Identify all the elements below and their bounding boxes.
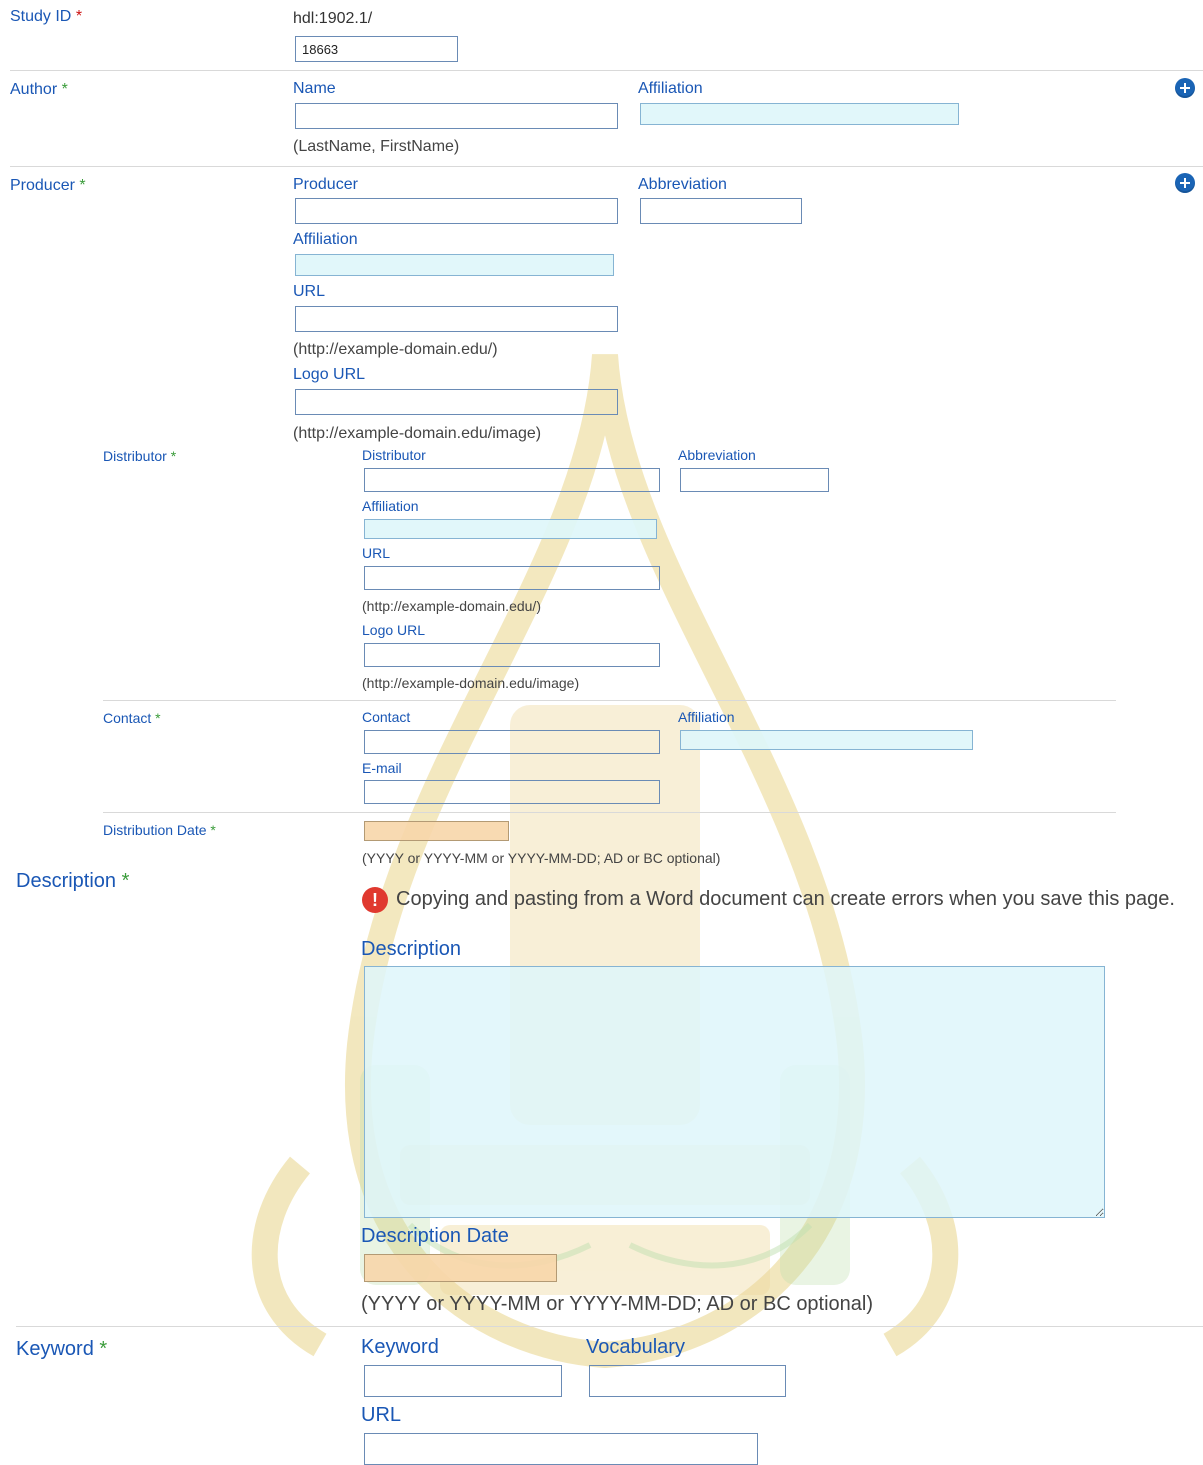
contact-email-input[interactable] [364,780,660,804]
distributor-affiliation-input[interactable] [364,519,657,539]
distributor-url-label: URL [362,545,391,561]
keyword-url-label: URL [361,1404,402,1426]
producer-name-input[interactable] [295,198,618,224]
description-date-input[interactable] [364,1254,557,1282]
study-id-label: Study ID * [10,8,83,25]
description-date-hint: (YYYY or YYYY-MM or YYYY-MM-DD; AD or BC… [361,1293,874,1315]
producer-url-input[interactable] [295,306,618,332]
description-field-label: Description [361,938,462,960]
contact-name-input[interactable] [364,730,660,754]
study-id-input[interactable] [295,36,458,62]
author-affiliation-input[interactable] [640,103,959,125]
required-marker: * [99,1338,108,1360]
producer-abbreviation-label: Abbreviation [638,176,727,193]
keyword-input[interactable] [364,1365,562,1397]
divider [10,70,1203,71]
producer-affiliation-label: Affiliation [293,231,358,248]
author-name-input[interactable] [295,103,618,129]
producer-logo-url-hint: (http://example-domain.edu/image) [293,425,542,442]
keyword-field-label: Keyword [361,1336,439,1358]
producer-url-label: URL [293,283,326,300]
contact-name-label: Contact [362,709,411,725]
distributor-abbreviation-input[interactable] [680,468,829,492]
producer-logo-url-input[interactable] [295,389,618,415]
word-paste-warning: Copying and pasting from a Word document… [396,888,1175,910]
author-name-hint: (LastName, FirstName) [293,138,460,155]
author-affiliation-label: Affiliation [638,80,703,97]
description-section-label: Description * [16,870,130,892]
contact-email-label: E-mail [362,760,402,776]
distribution-date-label: Distribution Date * [103,822,216,838]
distributor-name-input[interactable] [364,468,660,492]
contact-label: Contact * [103,710,161,726]
divider [10,166,1203,167]
producer-abbreviation-input[interactable] [640,198,802,224]
distributor-abbreviation-label: Abbreviation [678,447,756,463]
study-id-prefix: hdl:1902.1/ [293,10,373,27]
author-label: Author * [10,81,68,98]
divider [103,700,1116,701]
producer-logo-url-label: Logo URL [293,366,366,383]
producer-url-hint: (http://example-domain.edu/) [293,341,498,358]
description-date-label: Description Date [361,1225,509,1247]
required-marker: * [170,448,177,464]
contact-affiliation-input[interactable] [680,730,973,750]
producer-label: Producer * [10,177,86,194]
add-producer-icon[interactable] [1175,173,1195,193]
keyword-section-label: Keyword * [16,1338,108,1360]
distributor-name-label: Distributor [362,447,426,463]
distributor-url-hint: (http://example-domain.edu/) [362,598,541,614]
distribution-date-hint: (YYYY or YYYY-MM or YYYY-MM-DD; AD or BC… [362,850,721,866]
distributor-label: Distributor * [103,448,177,464]
distributor-logo-url-label: Logo URL [362,622,426,638]
distributor-url-input[interactable] [364,566,660,590]
required-marker: * [75,8,83,25]
distributor-logo-url-input[interactable] [364,643,660,667]
required-marker: * [155,710,161,726]
distributor-logo-url-hint: (http://example-domain.edu/image) [362,675,580,691]
distributor-affiliation-label: Affiliation [362,498,419,514]
distribution-date-input[interactable] [364,821,509,841]
exclamation-circle-icon: ! [362,887,388,913]
add-author-icon[interactable] [1175,78,1195,98]
producer-name-label: Producer [293,176,358,193]
required-marker: * [79,177,86,194]
producer-affiliation-input[interactable] [295,254,614,276]
keyword-url-input[interactable] [364,1433,758,1465]
divider [103,812,1116,813]
vocabulary-field-label: Vocabulary [586,1336,685,1358]
required-marker: * [61,81,68,98]
required-marker: * [210,822,216,838]
vocabulary-input[interactable] [589,1365,786,1397]
divider [16,1326,1203,1327]
author-name-label: Name [293,80,336,97]
description-textarea[interactable] [364,966,1105,1218]
required-marker: * [121,870,130,892]
contact-affiliation-label: Affiliation [678,709,735,725]
